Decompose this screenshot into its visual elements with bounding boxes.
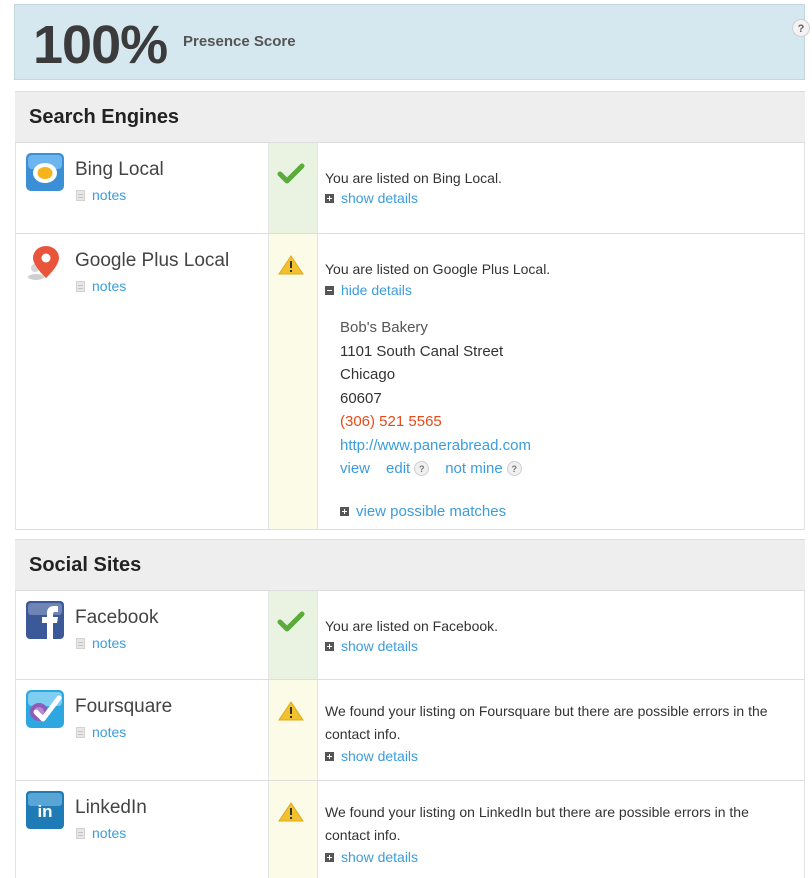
expand-icon <box>325 751 334 761</box>
foursquare-logo-icon <box>26 690 64 728</box>
hide-details-label: hide details <box>341 282 412 298</box>
help-icon[interactable]: ? <box>414 461 430 477</box>
map-pin-icon <box>28 246 59 280</box>
listing-message: We found your listing on LinkedIn but th… <box>325 804 749 843</box>
notes-label: notes <box>92 635 127 651</box>
checkmark-icon <box>277 163 305 184</box>
document-icon <box>76 280 85 292</box>
listing-actions: view edit ? not mine ? <box>340 457 538 481</box>
notes-label: notes <box>92 825 127 841</box>
expand-icon <box>325 852 334 862</box>
listing-row-linkedin: in LinkedIn notes We found your listing … <box>15 781 805 878</box>
listing-details: Bob's Bakery 1101 South Canal Street Chi… <box>340 316 538 481</box>
status-column <box>268 143 318 233</box>
warning-triangle-icon <box>278 701 304 721</box>
notes-link[interactable]: notes <box>76 187 126 203</box>
document-icon <box>76 189 85 201</box>
business-name: Bob's Bakery <box>340 319 428 336</box>
street-address: 1101 South Canal Street <box>340 342 504 360</box>
expand-icon <box>325 193 334 203</box>
not-mine-link[interactable]: not mine ? <box>445 457 522 481</box>
notes-label: notes <box>92 278 127 294</box>
status-column <box>268 234 318 529</box>
edit-label: edit <box>386 460 411 477</box>
show-details-label: show details <box>341 190 419 206</box>
notes-link[interactable]: notes <box>76 635 126 651</box>
listing-message: We found your listing on Foursquare but … <box>325 703 768 742</box>
view-label: view <box>340 460 371 477</box>
notes-label: notes <box>92 724 127 740</box>
notes-label: notes <box>92 187 127 203</box>
presence-score-label: Presence Score <box>183 33 296 50</box>
site-name: Foursquare <box>75 696 173 717</box>
site-name: Google Plus Local <box>75 250 230 271</box>
presence-score-value: 100% <box>33 15 168 75</box>
status-column <box>268 781 318 878</box>
zip-code: 60607 <box>340 389 382 407</box>
warning-triangle-icon <box>278 255 304 275</box>
document-icon <box>76 726 85 738</box>
show-details-label: show details <box>341 849 419 865</box>
help-icon[interactable]: ? <box>506 461 522 477</box>
phone-number: (306) 521 5565 <box>340 413 442 430</box>
listing-row-facebook: Facebook notes You are listed on Faceboo… <box>15 591 805 680</box>
show-details-label: show details <box>341 638 419 654</box>
status-column <box>268 680 318 780</box>
site-name: Facebook <box>75 607 159 628</box>
document-icon <box>76 827 85 839</box>
hide-details-link[interactable]: hide details <box>325 282 412 298</box>
warning-triangle-icon <box>278 802 304 822</box>
listing-message: You are listed on Facebook. <box>325 618 499 634</box>
site-name: Bing Local <box>75 159 164 180</box>
city: Chicago <box>340 366 396 383</box>
show-details-link[interactable]: show details <box>325 748 418 764</box>
notes-link[interactable]: notes <box>76 825 126 841</box>
edit-link[interactable]: edit ? <box>386 457 430 481</box>
help-icon[interactable]: ? <box>792 19 810 37</box>
checkmark-icon <box>277 611 305 632</box>
listing-message: You are listed on Google Plus Local. <box>325 261 551 277</box>
show-details-label: show details <box>341 748 419 764</box>
linkedin-logo-text: in <box>37 802 52 821</box>
facebook-logo-icon <box>26 601 64 639</box>
linkedin-logo-icon: in <box>26 791 64 829</box>
show-details-link[interactable]: show details <box>325 190 418 206</box>
notes-link[interactable]: notes <box>76 724 126 740</box>
listing-row-google-plus-local: Google Plus Local notes You are listed o… <box>15 234 805 530</box>
site-name: LinkedIn <box>75 797 147 818</box>
listing-row-bing-local: Bing Local notes You are listed on Bing … <box>15 143 805 234</box>
expand-icon <box>325 641 334 651</box>
section-title-search-engines: Search Engines <box>15 91 805 143</box>
notes-link[interactable]: notes <box>76 278 126 294</box>
listing-row-foursquare: Foursquare notes We found your listing o… <box>15 680 805 781</box>
status-column <box>268 591 318 679</box>
show-details-link[interactable]: show details <box>325 638 418 654</box>
website-link[interactable]: http://www.panerabread.com <box>340 434 538 458</box>
view-possible-matches-label: view possible matches <box>356 503 507 520</box>
section-title-social-sites: Social Sites <box>15 539 805 591</box>
expand-icon <box>340 507 349 516</box>
presence-score-header: 100% Presence Score ? <box>14 4 810 80</box>
not-mine-label: not mine <box>445 460 503 477</box>
collapse-icon <box>325 285 334 295</box>
view-link[interactable]: view <box>340 457 370 481</box>
listing-message: You are listed on Bing Local. <box>325 170 502 186</box>
view-possible-matches-link[interactable]: view possible matches <box>340 503 506 520</box>
document-icon <box>76 637 85 649</box>
bing-logo-icon <box>26 153 64 191</box>
show-details-link[interactable]: show details <box>325 849 418 865</box>
